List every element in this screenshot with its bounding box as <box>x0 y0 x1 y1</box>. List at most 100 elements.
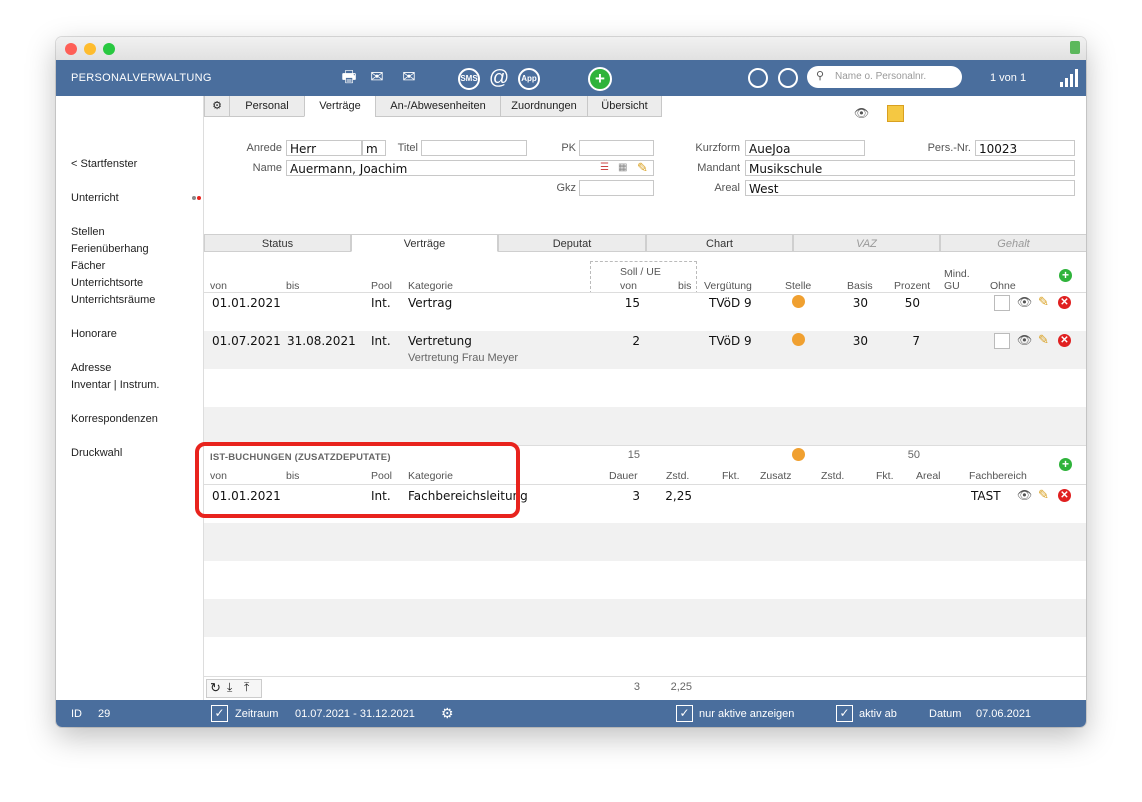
row-von: 01.01.2021 <box>212 296 281 310</box>
pencil-icon[interactable]: ✎ <box>637 160 648 176</box>
name-field[interactable]: Auermann, Joachim <box>286 160 654 176</box>
pk-field[interactable] <box>579 140 654 156</box>
download-icon[interactable]: ⤓ <box>227 680 232 695</box>
table-row <box>204 637 1086 675</box>
ist-row-dauer: 3 <box>632 489 640 503</box>
zeitraum-checkbox[interactable]: ✓ <box>211 705 228 722</box>
sms-icon[interactable]: SMS <box>458 68 480 90</box>
anrede-field[interactable]: Herr <box>286 140 362 156</box>
gear-icon: ⚙ <box>212 100 222 112</box>
eye-icon[interactable]: 👁 <box>1017 333 1032 347</box>
areal-field[interactable]: West <box>745 180 1075 196</box>
eye-icon[interactable]: 👁 <box>1017 488 1032 502</box>
row-pool: Int. <box>371 296 391 310</box>
app-title: PERSONALVERWALTUNG <box>71 72 212 84</box>
soll-von-header: von <box>620 280 637 292</box>
gender-field[interactable]: m <box>362 140 386 156</box>
aktiv-ab-checkbox[interactable]: ✓ <box>836 705 853 722</box>
row-soll: 2 <box>632 334 640 348</box>
ist-fkt2-header: Fkt. <box>876 470 894 482</box>
sidebar-item-ferienueberhang[interactable]: Ferienüberhang <box>71 243 149 255</box>
subtab-vertraege[interactable]: Verträge <box>351 234 498 252</box>
ohne-checkbox[interactable] <box>994 333 1010 349</box>
nur-aktive-checkbox[interactable]: ✓ <box>676 705 693 722</box>
sidebar-item-adresse[interactable]: Adresse <box>71 362 111 374</box>
tab-zuordnungen[interactable]: Zuordnungen <box>500 96 588 117</box>
search-icon[interactable] <box>778 68 798 88</box>
note-icon[interactable] <box>887 105 904 122</box>
table-row[interactable] <box>204 293 1086 331</box>
subtab-chart[interactable]: Chart <box>646 234 793 252</box>
sidebar-item-unterricht[interactable]: Unterricht <box>71 192 119 204</box>
list-icon[interactable]: ☰ <box>600 162 609 173</box>
add-ist-button[interactable]: + <box>1059 458 1072 471</box>
kurzform-field[interactable]: AueJoa <box>745 140 865 156</box>
stelle-pie-icon[interactable] <box>792 295 805 308</box>
delete-icon[interactable]: ✕ <box>1058 489 1071 502</box>
ist-row-fachbereich: TAST <box>971 489 1001 503</box>
search-input[interactable]: ⚲ Name o. Personalnr. <box>807 66 962 88</box>
persnr-field[interactable]: 10023 <box>975 140 1075 156</box>
mail-icon[interactable]: ✉ <box>366 67 388 89</box>
titel-field[interactable] <box>421 140 527 156</box>
row-pool: Int. <box>371 334 391 348</box>
verguetung-header: Vergütung <box>704 280 752 292</box>
row-kategorie: Vertretung <box>408 334 472 348</box>
tab-settings[interactable]: ⚙ <box>204 96 230 117</box>
sidebar-item-honorare[interactable]: Honorare <box>71 328 117 340</box>
kategorie-header: Kategorie <box>408 280 453 292</box>
eye-icon[interactable]: 👁 <box>854 106 869 120</box>
pencil-icon[interactable]: ✎ <box>1038 332 1049 348</box>
table-row <box>204 523 1086 561</box>
delete-icon[interactable]: ✕ <box>1058 334 1071 347</box>
pencil-icon[interactable]: ✎ <box>1038 294 1049 310</box>
sidebar: < Startfenster Unterricht Stellen Ferien… <box>56 96 203 700</box>
delete-icon[interactable]: ✕ <box>1058 296 1071 309</box>
sidebar-item-stellen[interactable]: Stellen <box>71 226 105 238</box>
subtab-deputat[interactable]: Deputat <box>498 234 646 252</box>
dot-icon <box>197 196 201 200</box>
sidebar-item-druckwahl[interactable]: Druckwahl <box>71 447 122 459</box>
tab-personal[interactable]: Personal <box>229 96 305 117</box>
eye-icon[interactable]: 👁 <box>1017 295 1032 309</box>
soll-bis-header: bis <box>678 280 692 292</box>
mail-multi-icon[interactable]: ✉ <box>398 67 420 89</box>
datum-label: Datum <box>929 708 962 720</box>
ist-areal-header: Areal <box>916 470 941 482</box>
close-window-button[interactable] <box>65 43 77 55</box>
sidebar-item-unterrichtsorte[interactable]: Unterrichtsorte <box>71 277 143 289</box>
pencil-icon[interactable]: ✎ <box>1038 487 1049 503</box>
printer-icon[interactable]: 🖶 <box>338 67 360 89</box>
sidebar-item-inventar[interactable]: Inventar | Instrum. <box>71 379 159 391</box>
main-content: ⚙ Personal Verträge An-/Abwesenheiten Zu… <box>195 96 1086 700</box>
sidebar-item-unterrichtsraeume[interactable]: Unterrichtsräume <box>71 294 155 306</box>
row-bis: 31.08.2021 <box>287 334 356 348</box>
minimize-window-button[interactable] <box>84 43 96 55</box>
add-icon[interactable]: + <box>588 67 612 91</box>
sidebar-item-faecher[interactable]: Fächer <box>71 260 105 272</box>
ist-total-zstd: 2,25 <box>670 681 692 693</box>
ist-dauer-header: Dauer <box>609 470 638 482</box>
sidebar-back-link[interactable]: < Startfenster <box>71 158 137 170</box>
upload-icon[interactable]: ⤒ <box>244 680 249 695</box>
refresh-icon[interactable] <box>748 68 768 88</box>
calendar-icon[interactable]: ▦ <box>618 162 627 173</box>
at-icon[interactable]: @ <box>488 67 510 89</box>
app-icon[interactable]: App <box>518 68 540 90</box>
tab-uebersicht[interactable]: Übersicht <box>587 96 662 117</box>
table-row <box>204 369 1086 407</box>
sidebar-item-korrespondenzen[interactable]: Korrespondenzen <box>71 413 158 425</box>
subtab-status[interactable]: Status <box>204 234 351 252</box>
stelle-pie-icon[interactable] <box>792 333 805 346</box>
gkz-field[interactable] <box>579 180 654 196</box>
highlight-box <box>195 442 520 518</box>
mandant-field[interactable]: Musikschule <box>745 160 1075 176</box>
tab-vertraege[interactable]: Verträge <box>304 96 376 117</box>
reload-icon[interactable]: ↻ <box>210 680 221 696</box>
ohne-checkbox[interactable] <box>994 295 1010 311</box>
gear-icon[interactable]: ⚙ <box>441 705 454 722</box>
add-contract-button[interactable]: + <box>1059 269 1072 282</box>
tab-abwesenheiten[interactable]: An-/Abwesenheiten <box>375 96 501 117</box>
ist-fachbereich-header: Fachbereich <box>969 470 1027 482</box>
zoom-window-button[interactable] <box>103 43 115 55</box>
